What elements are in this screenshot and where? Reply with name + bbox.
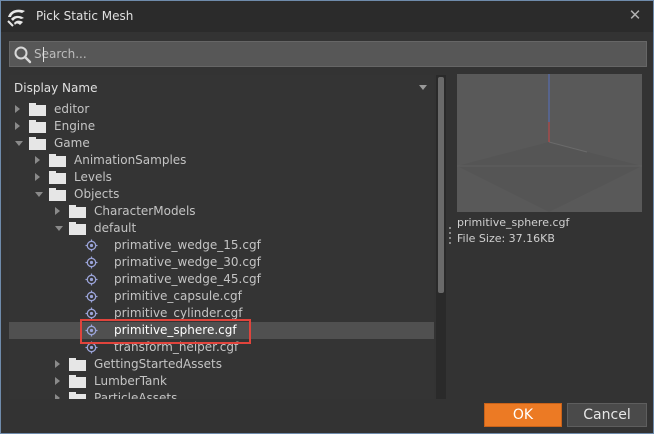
- tree-folder-row[interactable]: AnimationSamples: [9, 152, 434, 169]
- mesh-icon: [85, 273, 98, 286]
- tree-folder-row[interactable]: Game: [9, 135, 434, 152]
- folder-icon: [69, 222, 86, 235]
- asset-tree[interactable]: Display Name editor Engine Game AnimationSa…: [9, 75, 434, 399]
- search-input[interactable]: [34, 44, 634, 64]
- column-header-display-name: Display Name: [14, 81, 98, 95]
- folder-icon: [29, 103, 46, 116]
- tree-item-label: AnimationSamples: [74, 153, 187, 167]
- folder-icon: [69, 358, 86, 371]
- search-bar: [9, 41, 647, 67]
- folder-icon: [49, 171, 66, 184]
- tree-folder-row[interactable]: ParticleAssets: [9, 390, 434, 399]
- mesh-preview-viewport[interactable]: [457, 74, 642, 212]
- chevron-right-icon[interactable]: [15, 105, 20, 113]
- tree-item-label: GettingStartedAssets: [94, 357, 223, 371]
- chevron-right-icon[interactable]: [15, 122, 20, 130]
- tree-scrollbar[interactable]: [436, 75, 446, 399]
- tree-item-label: editor: [54, 102, 90, 116]
- mesh-icon: [85, 290, 98, 303]
- tree-folder-row[interactable]: Levels: [9, 169, 434, 186]
- chevron-down-icon[interactable]: [55, 226, 63, 231]
- tree-folder-row[interactable]: CharacterModels: [9, 203, 434, 220]
- mesh-icon: [85, 239, 98, 252]
- tree-item-label: primative_wedge_30.cgf: [114, 255, 261, 269]
- chevron-down-icon[interactable]: [35, 192, 43, 197]
- chevron-down-icon[interactable]: [15, 141, 23, 146]
- preview-file-size: File Size: 37.16KB: [457, 232, 555, 245]
- tree-mesh-row[interactable]: primitive_capsule.cgf: [9, 288, 434, 305]
- tree-item-label: default: [94, 221, 137, 235]
- tree-item-label: Levels: [74, 170, 112, 184]
- tree-item-label: primitive_capsule.cgf: [114, 289, 242, 303]
- search-icon: [14, 46, 32, 64]
- folder-icon: [49, 188, 66, 201]
- folder-icon: [29, 137, 46, 150]
- mesh-icon: [85, 256, 98, 269]
- scrollbar-thumb[interactable]: [438, 77, 444, 293]
- tree-item-label: Game: [54, 136, 90, 150]
- folder-icon: [69, 205, 86, 218]
- tree-item-label: LumberTank: [94, 374, 167, 388]
- title-bar[interactable]: Pick Static Mesh ✕: [1, 1, 653, 32]
- sort-dropdown-icon[interactable]: [419, 85, 427, 90]
- tree-folder-row[interactable]: GettingStartedAssets: [9, 356, 434, 373]
- chevron-right-icon[interactable]: [55, 360, 60, 368]
- tree-folder-row[interactable]: editor: [9, 101, 434, 118]
- chevron-right-icon[interactable]: [35, 173, 40, 181]
- close-icon[interactable]: ✕: [627, 7, 643, 23]
- tree-mesh-row[interactable]: primative_wedge_15.cgf: [9, 237, 434, 254]
- preview-grid: [457, 74, 642, 212]
- chevron-right-icon[interactable]: [55, 207, 60, 215]
- tree-item-label: Objects: [74, 187, 120, 201]
- tree-item-label: Engine: [54, 119, 96, 133]
- tree-column-header[interactable]: Display Name: [9, 75, 434, 101]
- tree-item-label: CharacterModels: [94, 204, 196, 218]
- chevron-right-icon[interactable]: [35, 156, 40, 164]
- folder-icon: [49, 154, 66, 167]
- tree-folder-row[interactable]: Objects: [9, 186, 434, 203]
- tree-item-label: primitive_cylinder.cgf: [114, 306, 243, 320]
- window-title: Pick Static Mesh: [36, 9, 134, 23]
- tree-mesh-row[interactable]: primative_wedge_30.cgf: [9, 254, 434, 271]
- cancel-button[interactable]: Cancel: [567, 403, 647, 427]
- panel-splitter-handle[interactable]: [449, 227, 452, 249]
- folder-icon: [29, 120, 46, 133]
- tree-folder-row[interactable]: default: [9, 220, 434, 237]
- preview-file-name: primitive_sphere.cgf: [457, 216, 570, 229]
- tree-item-label: primative_wedge_45.cgf: [114, 272, 261, 286]
- ok-button[interactable]: OK: [484, 403, 562, 427]
- folder-icon: [69, 392, 86, 399]
- tree-mesh-row[interactable]: primative_wedge_45.cgf: [9, 271, 434, 288]
- text-caret: [43, 47, 44, 62]
- tree-item-label: ParticleAssets: [94, 391, 178, 399]
- tree-folder-row[interactable]: Engine: [9, 118, 434, 135]
- tree-item-label: primative_wedge_15.cgf: [114, 238, 261, 252]
- lumberyard-logo-icon: [7, 9, 25, 27]
- folder-icon: [69, 375, 86, 388]
- tree-folder-row[interactable]: LumberTank: [9, 373, 434, 390]
- pick-static-mesh-dialog: Pick Static Mesh ✕ Display Name editor En…: [0, 0, 654, 434]
- chevron-right-icon[interactable]: [55, 377, 60, 385]
- selection-highlight-box: [80, 319, 251, 344]
